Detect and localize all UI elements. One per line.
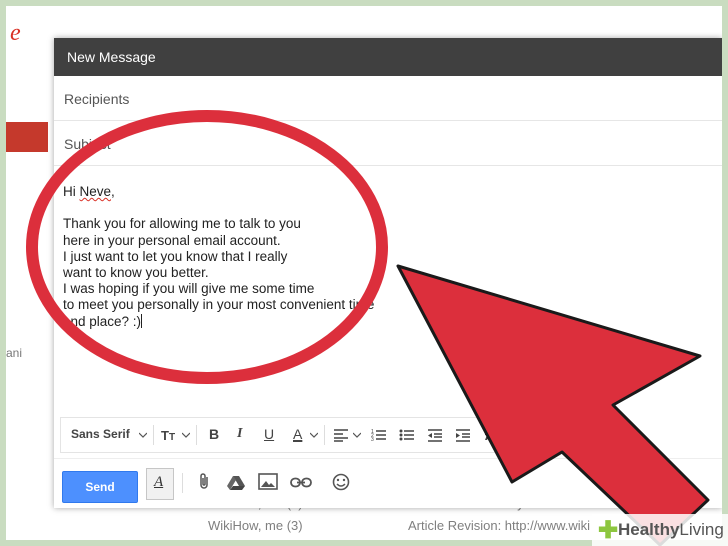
watermark-brand-bold: Healthy (618, 520, 680, 539)
indent-less-icon[interactable] (427, 428, 443, 442)
contact-name-fragment: ani (6, 346, 23, 360)
body-line: want to know you better. (63, 265, 209, 281)
toolbar-separator (153, 425, 154, 445)
inbox-row-sender: WikiHow, me (3) (208, 518, 303, 533)
compose-button-background[interactable] (6, 122, 48, 152)
toolbar-separator (182, 473, 183, 493)
format-toggle-glyph: A (154, 474, 164, 490)
compose-titlebar[interactable]: New Message (54, 38, 722, 76)
align-icon[interactable] (333, 428, 349, 442)
watermark-brand-light: Living (679, 520, 724, 539)
chevron-down-icon (310, 432, 318, 438)
message-body[interactable]: Hi Neve, Thank you for allowing me to ta… (63, 184, 423, 330)
chevron-down-icon (182, 432, 190, 438)
gmail-background: e ani WikiHow, me (3) New Screenshot sty… (6, 6, 722, 540)
numbered-list-icon[interactable]: 123 (371, 428, 387, 442)
formatting-toolbar: Sans Serif TT B I U A 123 (60, 417, 532, 453)
greeting-name: Neve (79, 184, 112, 199)
body-line: I was hoping if you will give me some ti… (63, 281, 315, 297)
italic-button[interactable]: I (237, 426, 242, 442)
gmail-logo-fragment: e (10, 20, 21, 46)
greeting-prefix: Hi (63, 184, 80, 199)
font-family-select[interactable]: Sans Serif (71, 427, 130, 441)
watermark-text: HealthyLiving (618, 520, 724, 540)
text-caret (141, 313, 143, 328)
svg-text:3: 3 (371, 437, 374, 442)
body-line: and place? :) (63, 313, 142, 329)
compose-window: New Message Recipients Subject Hi Neve, … (54, 38, 722, 508)
svg-text:T: T (169, 432, 175, 442)
body-line: here in your personal email account. (63, 232, 281, 248)
stage: e ani WikiHow, me (3) New Screenshot sty… (0, 0, 728, 546)
photo-icon[interactable] (258, 473, 278, 490)
paperclip-icon[interactable] (198, 473, 212, 491)
inbox-row-snippet: Article Revision: http://www.wiki (408, 518, 591, 533)
drive-icon[interactable] (226, 475, 246, 491)
bold-button[interactable]: B (209, 426, 219, 442)
body-line: to meet you personally in your most conv… (63, 297, 375, 313)
subject-field[interactable]: Subject (54, 121, 722, 166)
recipients-placeholder: Recipients (64, 91, 130, 107)
chevron-down-icon (139, 432, 147, 438)
watermark-plus-icon: ✚ (598, 517, 619, 544)
toolbar-separator (324, 425, 325, 445)
indent-more-icon[interactable] (455, 428, 471, 442)
greeting-suffix: , (111, 184, 115, 199)
link-icon[interactable] (290, 477, 312, 489)
compose-bottom-bar: Send A (54, 458, 722, 509)
font-size-icon[interactable]: TT (161, 428, 179, 442)
body-line: Thank you for allowing me to talk to you (63, 216, 301, 232)
send-button[interactable]: Send (62, 471, 138, 503)
quote-icon[interactable] (483, 428, 499, 442)
svg-text:T: T (161, 428, 169, 442)
bulleted-list-icon[interactable] (399, 428, 415, 442)
emoji-icon[interactable] (332, 473, 350, 491)
compose-title: New Message (67, 49, 156, 65)
subject-placeholder: Subject (64, 136, 111, 152)
watermark: ✚ HealthyLiving (592, 514, 728, 546)
toolbar-separator (196, 425, 197, 445)
formatting-options-button[interactable]: A (146, 468, 174, 500)
underline-button[interactable]: U (264, 426, 274, 442)
chevron-down-icon (353, 432, 361, 438)
text-color-button[interactable]: A (293, 426, 302, 442)
body-line: I just want to let you know that I reall… (63, 248, 288, 264)
recipients-field[interactable]: Recipients (54, 76, 722, 121)
